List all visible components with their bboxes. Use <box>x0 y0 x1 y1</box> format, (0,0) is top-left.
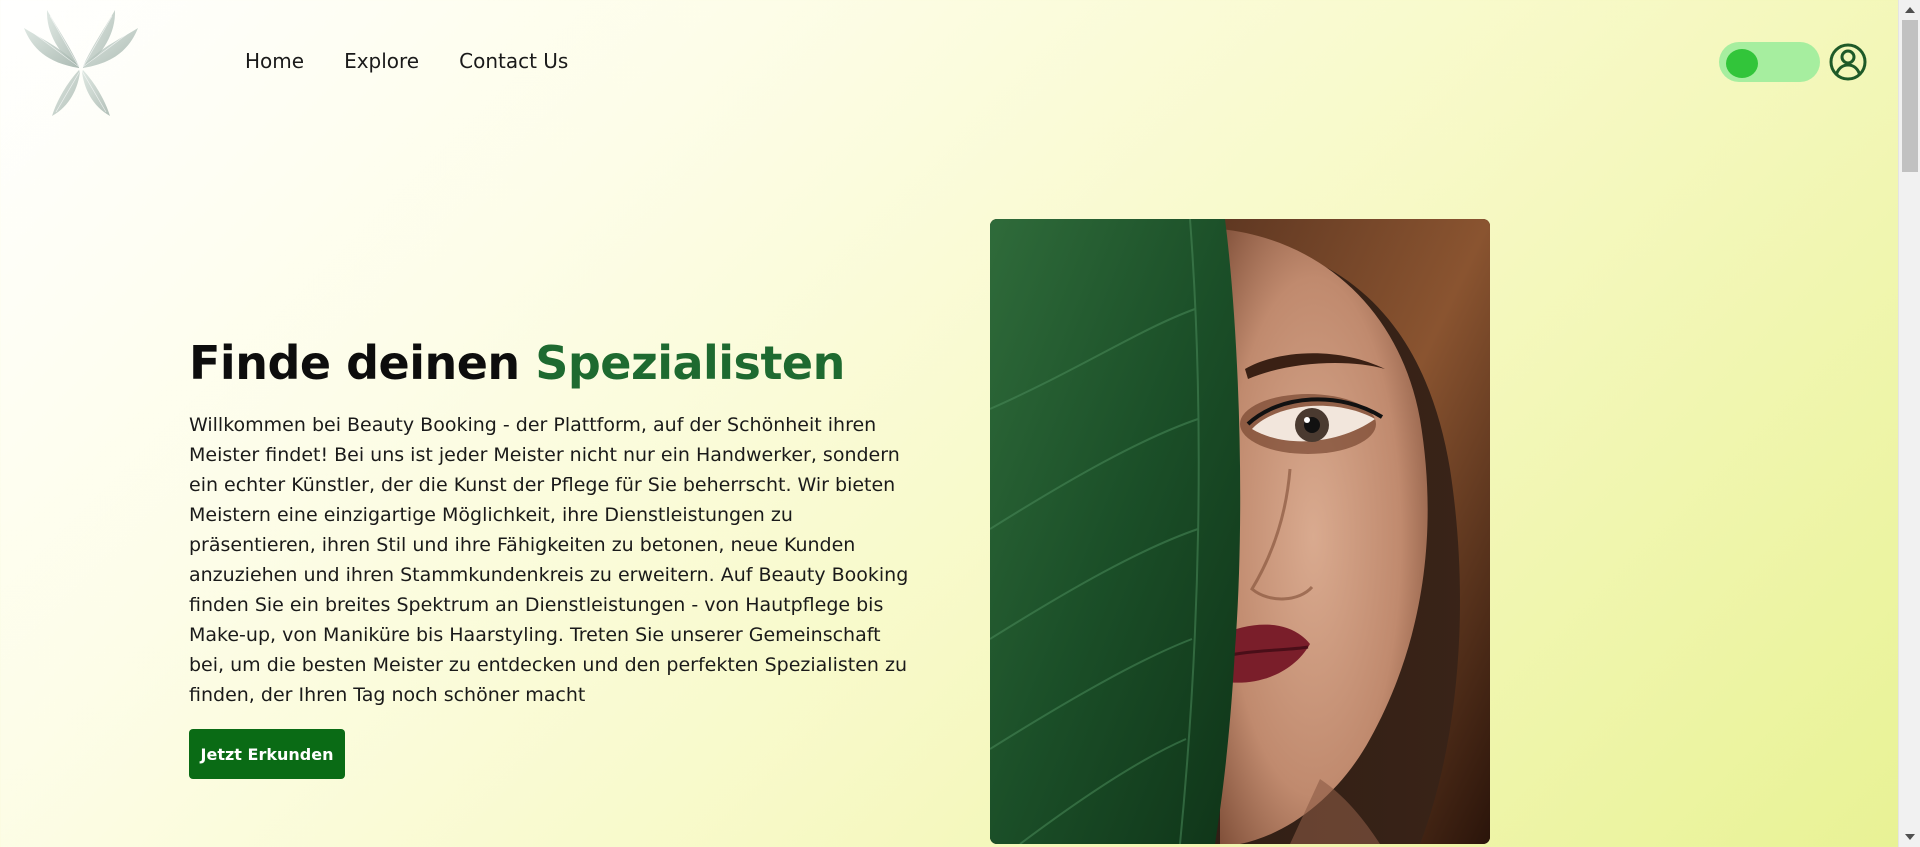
nav-home-link[interactable]: Home <box>245 49 304 73</box>
toggle-knob <box>1726 49 1758 78</box>
explore-now-button[interactable]: Jetzt Erkunden <box>189 729 345 779</box>
hero-title: Finde deinen Spezialisten <box>189 336 845 390</box>
butterfly-logo-icon[interactable] <box>22 8 140 118</box>
hero-photo-image <box>990 219 1490 844</box>
nav-explore-link[interactable]: Explore <box>344 49 419 73</box>
hero-title-part1: Finde deinen <box>189 336 536 390</box>
theme-toggle[interactable] <box>1719 42 1820 82</box>
user-account-icon[interactable] <box>1828 42 1868 82</box>
scrollbar-thumb[interactable] <box>1902 20 1918 172</box>
hero-description: Willkommen bei Beauty Booking - der Plat… <box>189 414 909 706</box>
scroll-down-icon[interactable] <box>1905 834 1915 840</box>
nav-contact-link[interactable]: Contact Us <box>459 49 568 73</box>
main-nav: Home Explore Contact Us <box>245 49 608 73</box>
scroll-up-icon[interactable] <box>1905 7 1915 13</box>
hero-title-accent: Spezialisten <box>535 336 845 390</box>
page: Home Explore Contact Us Finde deinen Spe… <box>0 0 1898 847</box>
vertical-scrollbar[interactable] <box>1898 0 1920 847</box>
